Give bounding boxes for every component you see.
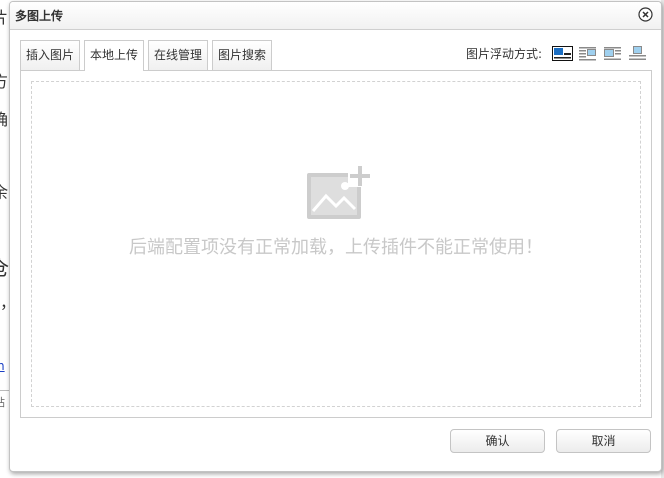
- tab-label: 在线管理: [154, 48, 203, 62]
- upload-error-message: 后端配置项没有正常加载，上传插件不能正常使用！: [129, 237, 543, 258]
- tab-local-upload[interactable]: 本地上传: [84, 40, 145, 71]
- background-text-fragment: 方: [0, 72, 9, 91]
- confirm-button[interactable]: 确认: [450, 429, 545, 453]
- tab-insert-image[interactable]: 插入图片: [20, 40, 81, 70]
- image-add-icon: [307, 165, 371, 219]
- tab-bar: 插入图片 本地上传 在线管理 图片搜索: [20, 40, 273, 71]
- float-left-icon[interactable]: [577, 46, 598, 61]
- float-none-icon[interactable]: [552, 46, 573, 61]
- tab-label: 本地上传: [90, 48, 139, 62]
- tab-online-manage[interactable]: 在线管理: [148, 40, 209, 70]
- background-text-fragment: 片: [0, 8, 9, 27]
- tab-label: 插入图片: [26, 48, 75, 62]
- tab-image-search[interactable]: 图片搜索: [212, 40, 273, 70]
- background-text-fragment: 确: [0, 110, 9, 129]
- tab-panel-local-upload: 后端配置项没有正常加载，上传插件不能正常使用！: [20, 70, 652, 418]
- multi-image-upload-dialog: 多图上传 插入图片 本地上传 在线管理 图片搜索 图片浮动方式: 后端配置项没有…: [9, 1, 662, 472]
- background-divider: [0, 390, 9, 391]
- close-icon[interactable]: [638, 7, 653, 22]
- background-text-fragment: 仓: [0, 257, 9, 279]
- float-center-icon[interactable]: [627, 46, 648, 61]
- cancel-button[interactable]: 取消: [556, 429, 651, 453]
- background-link-fragment[interactable]: n: [0, 359, 5, 373]
- dialog-titlebar[interactable]: 多图上传: [10, 2, 661, 30]
- float-right-icon[interactable]: [602, 46, 623, 61]
- tab-label: 图片搜索: [218, 48, 267, 62]
- float-align-label: 图片浮动方式:: [466, 47, 543, 61]
- background-text-fragment: 余: [0, 183, 9, 202]
- dialog-title: 多图上传: [15, 9, 64, 23]
- upload-dropzone[interactable]: 后端配置项没有正常加载，上传插件不能正常使用！: [31, 81, 641, 407]
- background-text-fragment: 钻: [0, 396, 5, 410]
